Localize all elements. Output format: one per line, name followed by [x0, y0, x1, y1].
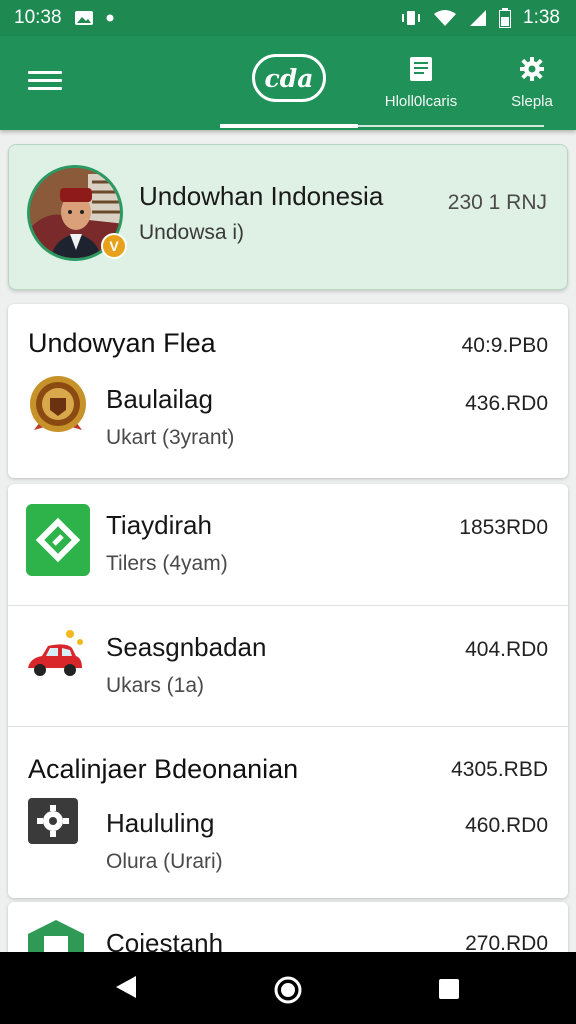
- tab-settings-label: Slepla: [511, 93, 553, 110]
- tab-files-label: Hloll0lcaris: [384, 93, 458, 110]
- item-title: Seasgnbadan: [106, 632, 267, 662]
- system-navigation-bar: [0, 952, 576, 1024]
- status-time-right: 1:38: [523, 7, 560, 28]
- active-tab-indicator: [220, 124, 358, 128]
- car-icon: [26, 626, 90, 690]
- list-item[interactable]: Haululing Olura (Urari) 460.RD0: [8, 790, 568, 894]
- recents-button[interactable]: [438, 978, 460, 1005]
- signal-icon: [469, 9, 487, 27]
- section-amount: 4305.RBD: [451, 758, 548, 781]
- item-title: Tiaydirah: [106, 510, 212, 540]
- vibrate-icon: [401, 9, 421, 27]
- status-time: 10:38: [14, 7, 62, 28]
- list-item[interactable]: Tiaydirah Tilers (4yam) 1853RD0: [8, 484, 568, 604]
- green-tag-icon: [26, 504, 90, 576]
- status-left: 10:38: [14, 7, 114, 29]
- section-title: Acalinjaer Bdeonanian: [28, 754, 299, 784]
- status-right: 1:38: [401, 7, 560, 29]
- app-bar: cda Hloll0lcaris Slepla: [0, 36, 576, 130]
- tab-settings[interactable]: Slepla: [502, 56, 562, 110]
- menu-line: [28, 87, 62, 90]
- back-button[interactable]: [114, 974, 138, 1005]
- menu-line: [28, 71, 62, 74]
- profile-name: Undowhan Indonesia: [139, 181, 384, 211]
- app-logo[interactable]: cda: [252, 54, 326, 102]
- item-title: Baulailag: [106, 384, 213, 414]
- item-title: Haululing: [106, 808, 215, 838]
- profile-subtitle: Undowsa i): [139, 221, 245, 244]
- item-subtitle: Tilers (4yam): [106, 552, 228, 575]
- gear-icon: [519, 56, 545, 87]
- item-amount: 460.RD0: [465, 814, 548, 837]
- list-item[interactable]: Seasgnbadan Ukars (1a) 404.RD0: [8, 606, 568, 726]
- home-button[interactable]: [273, 975, 303, 1010]
- photo-notification-icon: [74, 10, 94, 26]
- section-title: Undowyan Flea: [28, 328, 216, 358]
- seal-badge-icon: [26, 372, 90, 436]
- item-amount: 1853RD0: [459, 516, 548, 539]
- item-subtitle: Ukart (3yrant): [106, 426, 235, 449]
- notification-dot-icon: [106, 14, 114, 22]
- section-card: Tiaydirah Tilers (4yam) 1853RD0 Seasgnba…: [8, 484, 568, 898]
- menu-button[interactable]: [28, 66, 62, 96]
- wifi-icon: [433, 9, 457, 27]
- divider: [8, 726, 568, 727]
- section-card: Undowyan Flea 40:9.PB0 Baulailag Ukart (…: [8, 304, 568, 478]
- dark-gear-icon: [26, 796, 90, 860]
- item-subtitle: Olura (Urari): [106, 850, 223, 873]
- battery-icon: [499, 8, 512, 28]
- item-amount: 404.RD0: [465, 638, 548, 661]
- document-icon: [409, 56, 433, 87]
- profile-amount: 230 1 RNJ: [447, 191, 547, 214]
- status-bar: 10:38 1:38: [0, 0, 576, 36]
- tab-files[interactable]: Hloll0lcaris: [376, 56, 466, 110]
- verified-badge-icon: V: [101, 233, 127, 259]
- profile-card[interactable]: V Undowhan Indonesia Undowsa i) 230 1 RN…: [8, 144, 568, 290]
- list-item[interactable]: Baulailag Ukart (3yrant) 436.RD0: [8, 366, 568, 466]
- item-amount: 436.RD0: [465, 392, 548, 415]
- menu-line: [28, 79, 62, 82]
- tab-underline: [358, 125, 544, 127]
- item-subtitle: Ukars (1a): [106, 674, 205, 697]
- section-amount: 40:9.PB0: [461, 334, 548, 357]
